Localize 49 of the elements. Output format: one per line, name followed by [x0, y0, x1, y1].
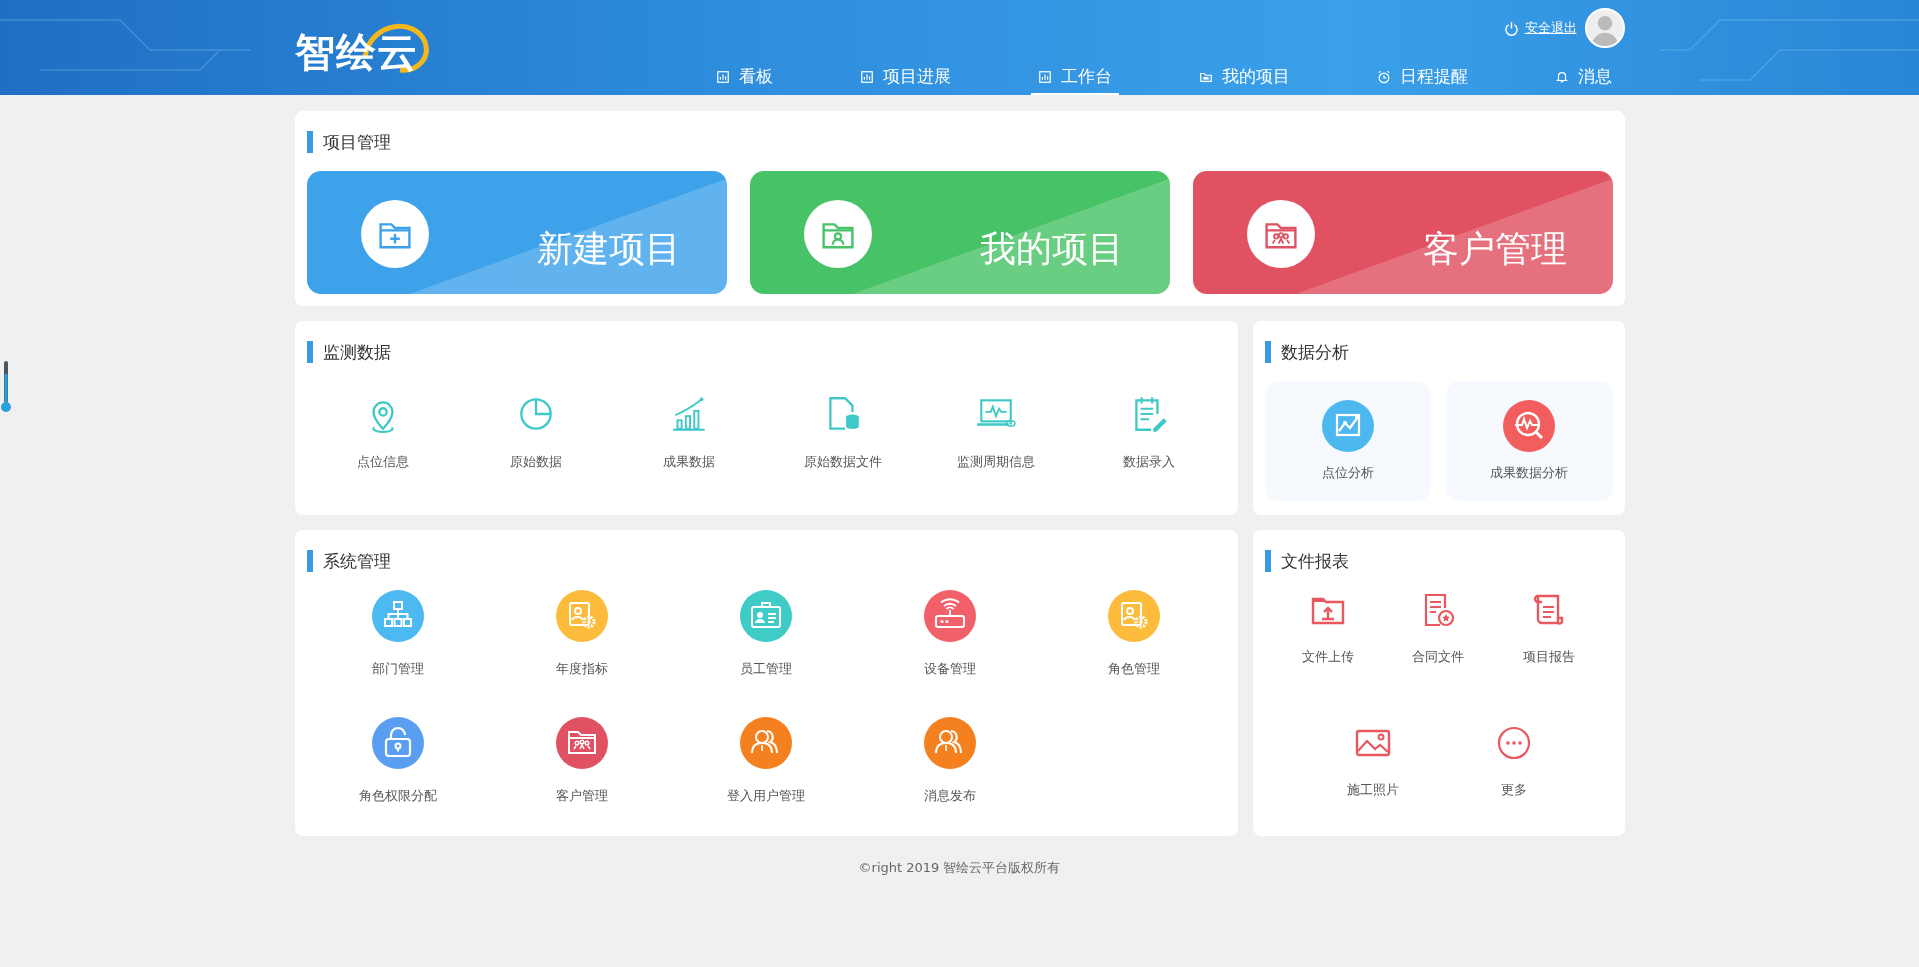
id-card-gear-icon[interactable]	[1107, 590, 1160, 642]
item-link[interactable]: 合同文件	[1412, 648, 1465, 666]
router-icon[interactable]	[923, 590, 976, 642]
clock-icon	[1376, 69, 1391, 84]
item-link[interactable]: 原始数据文件	[803, 453, 882, 471]
item-link[interactable]: 更多	[1501, 781, 1527, 799]
item-link[interactable]: 客户管理	[556, 787, 609, 805]
item-link[interactable]: 文件上传	[1301, 648, 1354, 666]
analysis-tile[interactable]: 点位分析	[1264, 381, 1431, 501]
analysis-tile[interactable]: 成果数据分析	[1446, 381, 1613, 501]
nav-tab[interactable]: 看板	[708, 65, 780, 95]
users-icon[interactable]	[740, 717, 792, 769]
item-link[interactable]: 员工管理	[740, 660, 792, 678]
item-link[interactable]: 成果数据	[663, 453, 716, 471]
power-icon	[1503, 20, 1519, 36]
item-link[interactable]: 年度指标	[556, 660, 609, 678]
chart-icon	[859, 69, 874, 84]
item-link[interactable]: 点位信息	[357, 453, 410, 471]
section-title: 文件报表	[1264, 550, 1613, 572]
item-link[interactable]: 角色管理	[1107, 660, 1160, 678]
item-link[interactable]: 部门管理	[372, 660, 425, 678]
padlock-icon[interactable]	[372, 717, 425, 769]
item-label: 点位分析	[1321, 464, 1374, 482]
section-title: 系统管理	[306, 550, 1226, 572]
item-link[interactable]: 角色权限分配	[359, 787, 438, 805]
copyright-text: ©right 2019 智绘云平台版权所有	[857, 859, 1062, 877]
section-title: 项目管理	[306, 131, 1613, 153]
bell-icon	[1554, 69, 1569, 84]
board-icon	[715, 69, 730, 84]
item-link[interactable]: 项目报告	[1523, 648, 1576, 666]
org-chart-icon[interactable]	[372, 590, 425, 642]
item-link[interactable]: 施工照片	[1347, 781, 1399, 799]
thermometer-icon[interactable]	[0, 360, 12, 414]
item-link[interactable]: 数据录入	[1122, 453, 1175, 471]
item-link[interactable]: 监测周期信息	[956, 453, 1035, 471]
item-label: 成果数据分析	[1490, 464, 1569, 482]
item-link[interactable]: 登入用户管理	[727, 787, 805, 805]
id-card-gear-icon[interactable]	[556, 590, 609, 642]
item-link[interactable]: 设备管理	[923, 660, 976, 678]
section-title: 数据分析	[1264, 341, 1613, 363]
item-link[interactable]: 消息发布	[923, 787, 976, 805]
avatar[interactable]	[1584, 8, 1625, 48]
section-title: 监测数据	[306, 341, 1226, 363]
folder-people-icon[interactable]	[556, 717, 609, 769]
chart-icon	[1037, 69, 1052, 84]
users-icon[interactable]	[923, 717, 976, 769]
logo[interactable]: 智绘云	[294, 25, 418, 80]
item-link[interactable]: 原始数据	[510, 453, 563, 471]
id-badge-icon[interactable]	[740, 590, 792, 642]
